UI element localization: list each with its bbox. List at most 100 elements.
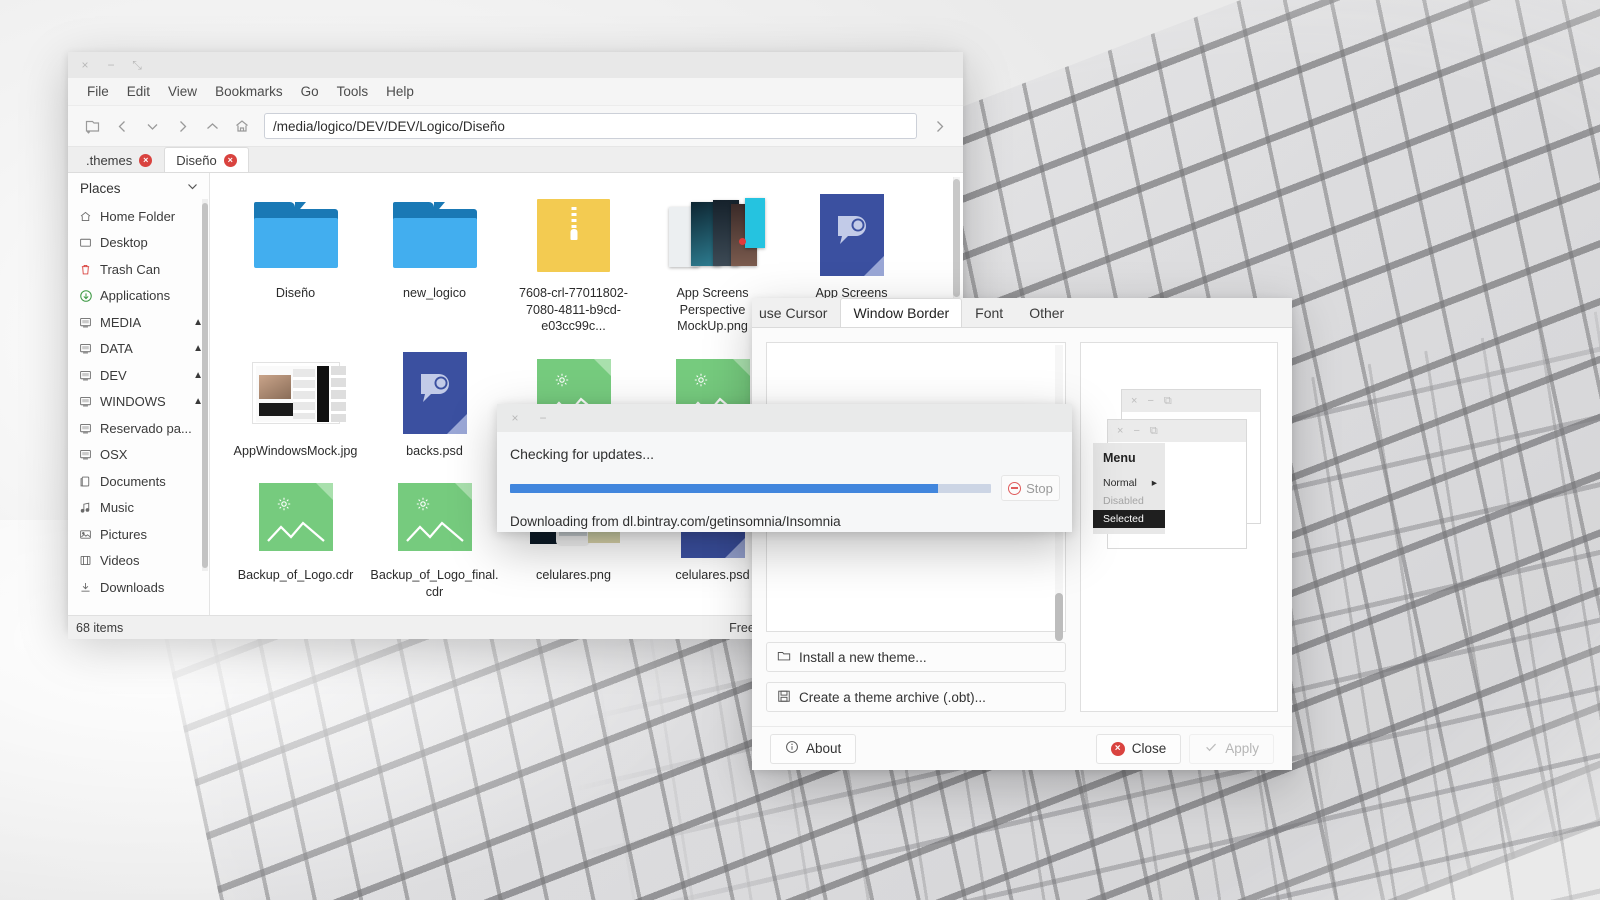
sidebar-item-trash-can[interactable]: Trash Can: [68, 256, 209, 283]
preview-menu: Menu Normal ▸ Disabled Selected: [1093, 443, 1165, 534]
create-theme-archive-button[interactable]: Create a theme archive (.obt)...: [766, 682, 1066, 712]
update-dialog[interactable]: × − Checking for updates... Stop Downloa…: [497, 404, 1072, 532]
sidebar-scrollbar-thumb[interactable]: [202, 203, 208, 568]
maximize-icon: ⧉: [1150, 425, 1158, 438]
update-dialog-titlebar[interactable]: × −: [497, 404, 1072, 432]
minimize-icon[interactable]: −: [104, 58, 118, 72]
list-item[interactable]: backs.psd: [365, 343, 504, 468]
maximize-icon[interactable]: ⤡: [130, 58, 144, 72]
close-button[interactable]: × Close: [1096, 734, 1182, 764]
tab-close-icon[interactable]: ×: [224, 154, 237, 167]
file-view-scrollbar-thumb[interactable]: [953, 179, 960, 297]
sidebar-item-data[interactable]: DATA ▲: [68, 336, 209, 363]
sidebar-item-label: DEV: [100, 368, 186, 383]
theme-config-window[interactable]: use Cursor Window Border Font Other Inst…: [752, 298, 1292, 770]
list-item[interactable]: 7608-crl-77011802-7080-4811-b9cd-e03cc99…: [504, 185, 643, 343]
list-item[interactable]: Backup_of_Logo.cdr: [226, 467, 365, 608]
check-icon: [1204, 740, 1218, 757]
forward-icon[interactable]: [168, 112, 196, 140]
menu-help[interactable]: Help: [377, 82, 423, 101]
list-item[interactable]: AppWindowsMock.jpg: [226, 343, 365, 468]
tab-window-border[interactable]: Window Border: [840, 298, 962, 327]
up-icon[interactable]: [198, 112, 226, 140]
folder-open-icon: [777, 649, 791, 666]
toolbar[interactable]: [68, 106, 963, 147]
stop-button[interactable]: Stop: [1001, 475, 1060, 501]
drive-icon: [78, 341, 93, 356]
file-name: 7608-crl-77011802-7080-4811-b9cd-e03cc99…: [508, 285, 639, 335]
sidebar-item-label: Reservado pa...: [100, 421, 203, 436]
sidebar-item-reservado[interactable]: Reservado pa...: [68, 415, 209, 442]
history-chevron-down-icon[interactable]: [138, 112, 166, 140]
list-item[interactable]: new_logico: [365, 185, 504, 343]
close-icon[interactable]: ×: [78, 58, 92, 72]
trash-icon: [78, 262, 93, 277]
theme-list-scrollbar-thumb[interactable]: [1055, 593, 1063, 641]
list-item[interactable]: Diseño: [226, 185, 365, 343]
menu-go[interactable]: Go: [292, 82, 328, 101]
sidebar-item-documents[interactable]: Documents: [68, 468, 209, 495]
music-icon: [78, 500, 93, 515]
chevron-down-icon[interactable]: [186, 180, 199, 196]
install-theme-button[interactable]: Install a new theme...: [766, 642, 1066, 672]
menu-bar[interactable]: File Edit View Bookmarks Go Tools Help: [68, 78, 963, 106]
tab-themes[interactable]: .themes ×: [74, 147, 164, 172]
file-manager-titlebar[interactable]: × − ⤡: [68, 52, 963, 78]
menu-bookmarks[interactable]: Bookmarks: [206, 82, 292, 101]
tab-close-icon[interactable]: ×: [139, 154, 152, 167]
pictures-icon: [78, 527, 93, 542]
preview-menu-label: Disabled: [1103, 495, 1144, 507]
file-name: AppWindowsMock.jpg: [234, 443, 358, 460]
downloads-icon: [78, 580, 93, 595]
maximize-icon: ⧉: [1164, 395, 1172, 408]
psd-file-icon: [808, 191, 896, 279]
sidebar-item-windows[interactable]: WINDOWS ▲: [68, 389, 209, 416]
sidebar-item-pictures[interactable]: Pictures: [68, 521, 209, 548]
places-header[interactable]: Places: [68, 173, 209, 203]
apply-button[interactable]: Apply: [1189, 734, 1274, 764]
update-dialog-body: Checking for updates... Stop Downloading…: [497, 432, 1072, 529]
places-sidebar[interactable]: Places Home Folder Desktop: [68, 173, 210, 615]
tab-mouse-cursor[interactable]: use Cursor: [752, 298, 840, 327]
menu-tools[interactable]: Tools: [328, 82, 378, 101]
menu-view[interactable]: View: [159, 82, 206, 101]
tab-diseno[interactable]: Diseño ×: [164, 147, 248, 172]
file-name: Backup_of_Logo_final.cdr: [369, 567, 500, 600]
list-item[interactable]: Backup_of_Logo_final.cdr: [365, 467, 504, 608]
sidebar-item-media[interactable]: MEDIA ▲: [68, 309, 209, 336]
sidebar-item-videos[interactable]: Videos: [68, 548, 209, 575]
minimize-icon[interactable]: −: [536, 411, 550, 425]
sidebar-item-dev[interactable]: DEV ▲: [68, 362, 209, 389]
theme-config-tab-bar[interactable]: use Cursor Window Border Font Other: [752, 298, 1292, 328]
image-file-icon: [391, 473, 479, 561]
sidebar-item-osx[interactable]: OSX: [68, 442, 209, 469]
file-name: Diseño: [276, 285, 315, 302]
close-icon[interactable]: ×: [508, 411, 522, 425]
tab-font[interactable]: Font: [962, 298, 1016, 327]
sidebar-item-music[interactable]: Music: [68, 495, 209, 522]
sidebar-item-label: Documents: [100, 474, 203, 489]
sidebar-item-downloads[interactable]: Downloads: [68, 574, 209, 601]
sidebar-item-home-folder[interactable]: Home Folder: [68, 203, 209, 230]
new-tab-icon[interactable]: [78, 112, 106, 140]
about-button[interactable]: About: [770, 734, 856, 764]
download-source-label: Downloading from dl.bintray.com/getinsom…: [510, 514, 1060, 529]
preview-menu-normal: Normal ▸: [1093, 474, 1165, 492]
tab-bar[interactable]: .themes × Diseño ×: [68, 147, 963, 173]
path-input[interactable]: [264, 113, 917, 139]
create-archive-label: Create a theme archive (.obt)...: [799, 690, 986, 705]
close-icon: ×: [1117, 425, 1123, 437]
go-icon[interactable]: [927, 112, 953, 140]
menu-file[interactable]: File: [78, 82, 118, 101]
theme-config-footer: About × Close Apply: [752, 726, 1292, 770]
tab-other[interactable]: Other: [1016, 298, 1077, 327]
file-name: celulares.png: [536, 567, 611, 584]
preview-titlebar: × − ⧉: [1122, 390, 1260, 412]
home-icon[interactable]: [228, 112, 256, 140]
menu-edit[interactable]: Edit: [118, 82, 159, 101]
sidebar-item-desktop[interactable]: Desktop: [68, 230, 209, 257]
sidebar-item-applications[interactable]: Applications: [68, 283, 209, 310]
about-label: About: [806, 741, 841, 756]
back-icon[interactable]: [108, 112, 136, 140]
file-name: backs.psd: [406, 443, 463, 460]
